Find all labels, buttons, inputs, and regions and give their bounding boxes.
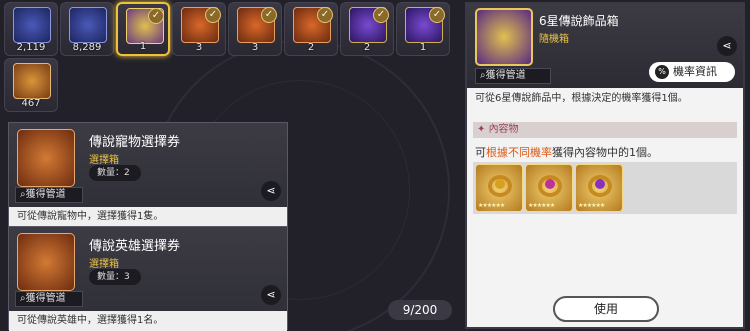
item-count: 3: [251, 42, 259, 53]
rate-info-button[interactable]: % 機率資訊: [649, 62, 735, 82]
summon-ticket-icon: [69, 7, 107, 43]
check-icon: ✓: [373, 7, 389, 23]
detail-description: 可從6星傳說飾品中，根據決定的機率獲得1個。: [475, 93, 688, 104]
item-count: 1: [139, 41, 147, 52]
contents-text-highlight: 根據不同機率: [486, 146, 552, 159]
summon-ticket-icon: [13, 7, 51, 43]
gem-icon: [545, 179, 555, 189]
reward-ring-item[interactable]: ★★★★★★: [525, 164, 573, 212]
card-header: 傳說寵物選擇券 選擇箱 數量：2 ⌕獲得管道 ⋖: [9, 123, 287, 207]
contents-description: 可根據不同機率獲得內容物中的1個。: [475, 144, 658, 160]
contents-header-label: 內容物: [488, 124, 519, 135]
card-subtitle: 選擇箱: [89, 155, 119, 166]
card-header: 傳說英雄選擇券 選擇箱 數量：3 ⌕獲得管道 ⋖: [9, 227, 287, 311]
star-rating: ★★★★★★: [578, 202, 605, 209]
treasure-chest-icon: [13, 63, 51, 99]
item-count: 2: [363, 42, 371, 53]
share-icon[interactable]: ⋖: [261, 285, 281, 305]
share-icon[interactable]: ⋖: [717, 36, 737, 56]
detail-header: 6星傳說飾品箱 隨機箱 ⌕獲得管道 ⋖ % 機率資訊: [467, 4, 743, 88]
inventory-counter: 9/200: [388, 300, 452, 320]
card-description: 可從傳說寵物中，選擇獲得1隻。: [9, 207, 287, 227]
star-rating: ★★★★★★: [478, 202, 505, 209]
card-description: 可從傳說英雄中，選擇獲得1名。: [9, 311, 287, 331]
inventory-slot[interactable]: ✓ 1: [396, 2, 450, 56]
acquire-path-button[interactable]: ⌕獲得管道: [15, 291, 83, 307]
acquire-label: 獲得管道: [25, 293, 66, 304]
contents-text-pre: 可: [475, 146, 486, 159]
reward-ring-item[interactable]: ★★★★★★: [575, 164, 623, 212]
quantity-label: 數量：2: [89, 165, 141, 181]
item-count: 467: [21, 98, 41, 109]
inventory-slot[interactable]: 8,289: [60, 2, 114, 56]
card-subtitle: 選擇箱: [89, 259, 119, 270]
selection-ticket-icon: [17, 129, 75, 187]
contents-text-post: 獲得內容物中的1個。: [552, 146, 658, 159]
inventory-slot[interactable]: 2,119: [4, 2, 58, 56]
inventory-slot[interactable]: ✓ 3: [228, 2, 282, 56]
diamond-icon: ✦: [477, 124, 489, 135]
card-title: 傳說英雄選擇券: [89, 239, 181, 254]
contents-header: ✦ 內容物: [473, 122, 737, 138]
acquire-label: 獲得管道: [485, 70, 526, 81]
item-count: 2,119: [16, 42, 46, 53]
item-card-hero-ticket[interactable]: 傳說英雄選擇券 選擇箱 數量：3 ⌕獲得管道 ⋖ 可從傳說英雄中，選擇獲得1名。: [8, 226, 288, 331]
star-rating: ★★★★★★: [528, 202, 555, 209]
share-icon[interactable]: ⋖: [261, 181, 281, 201]
gem-icon: [495, 179, 505, 189]
gem-icon: [595, 179, 605, 189]
inventory-slot[interactable]: 467: [4, 58, 58, 112]
card-title: 傳說寵物選擇券: [89, 135, 181, 150]
acquire-label: 獲得管道: [25, 189, 66, 200]
reward-ring-item[interactable]: ★★★★★★: [475, 164, 523, 212]
quantity-label: 數量：3: [89, 269, 141, 285]
check-icon: ✓: [317, 7, 333, 23]
item-card-pet-ticket[interactable]: 傳說寵物選擇券 選擇箱 數量：2 ⌕獲得管道 ⋖ 可從傳說寵物中，選擇獲得1隻。: [8, 122, 288, 227]
percent-icon: %: [655, 65, 669, 79]
selection-ticket-icon: [17, 233, 75, 291]
item-count: 8,289: [72, 42, 102, 53]
check-icon: ✓: [205, 7, 221, 23]
inventory-slot-selected[interactable]: ✓ 1: [116, 2, 170, 56]
reward-list: ★★★★★★ ★★★★★★ ★★★★★★: [473, 162, 737, 214]
item-count: 2: [307, 42, 315, 53]
detail-title: 6星傳說飾品箱: [539, 14, 619, 28]
item-count: 1: [419, 42, 427, 53]
use-button[interactable]: 使用: [553, 296, 659, 322]
item-count: 3: [195, 42, 203, 53]
inventory-slot[interactable]: ✓ 3: [172, 2, 226, 56]
detail-subtitle: 隨機箱: [539, 34, 569, 45]
acquire-path-button[interactable]: ⌕獲得管道: [475, 68, 551, 84]
check-icon: ✓: [261, 7, 277, 23]
inventory-slot[interactable]: ✓ 2: [284, 2, 338, 56]
check-icon: ✓: [429, 7, 445, 23]
accessory-box-icon: [475, 8, 533, 66]
rate-info-label: 機率資訊: [673, 65, 717, 78]
check-icon: ✓: [148, 8, 164, 24]
item-detail-panel: 6星傳說飾品箱 隨機箱 ⌕獲得管道 ⋖ % 機率資訊 可從6星傳說飾品中，根據決定…: [465, 2, 745, 329]
inventory-slot[interactable]: ✓ 2: [340, 2, 394, 56]
acquire-path-button[interactable]: ⌕獲得管道: [15, 187, 83, 203]
